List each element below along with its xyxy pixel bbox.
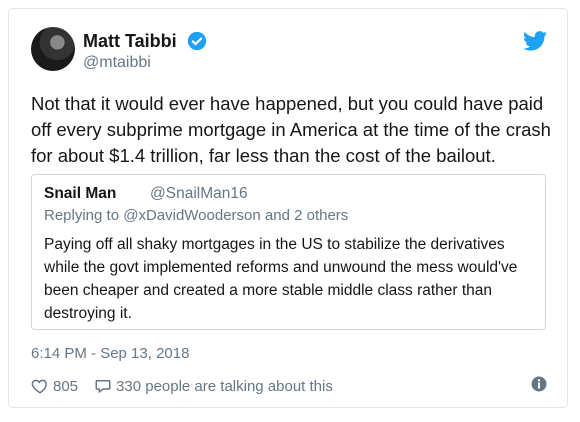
author-name[interactable]: Matt Taibbi [83, 31, 177, 52]
quoted-author-handle: @SnailMan16 [150, 185, 248, 202]
like-count[interactable]: 805 [53, 378, 78, 395]
comment-bubble-icon[interactable] [94, 377, 112, 395]
tweet-text: Not that it would ever have happened, bu… [31, 93, 551, 166]
avatar[interactable] [31, 27, 75, 71]
heart-icon[interactable] [31, 377, 49, 395]
author-handle[interactable]: @mtaibbi [83, 54, 151, 72]
tweet-card: Matt Taibbi @mtaibbi Not that it would e… [8, 8, 568, 408]
verified-badge-icon [187, 31, 207, 51]
quoted-replying-to: Replying to @xDavidWooderson and 2 other… [44, 207, 349, 224]
quoted-text: Paying off all shaky mortgages in the US… [44, 236, 518, 322]
info-icon[interactable] [531, 376, 547, 392]
twitter-bird-icon[interactable] [523, 31, 547, 51]
quoted-author-name: Snail Man [44, 185, 117, 202]
action-bar: 805 330 people are talking about this [31, 375, 333, 397]
timestamp[interactable]: 6:14 PM - Sep 13, 2018 [31, 345, 189, 362]
conversation-link[interactable]: 330 people are talking about this [116, 378, 333, 395]
quoted-tweet[interactable]: Snail Man @SnailMan16 Replying to @xDavi… [31, 174, 546, 330]
